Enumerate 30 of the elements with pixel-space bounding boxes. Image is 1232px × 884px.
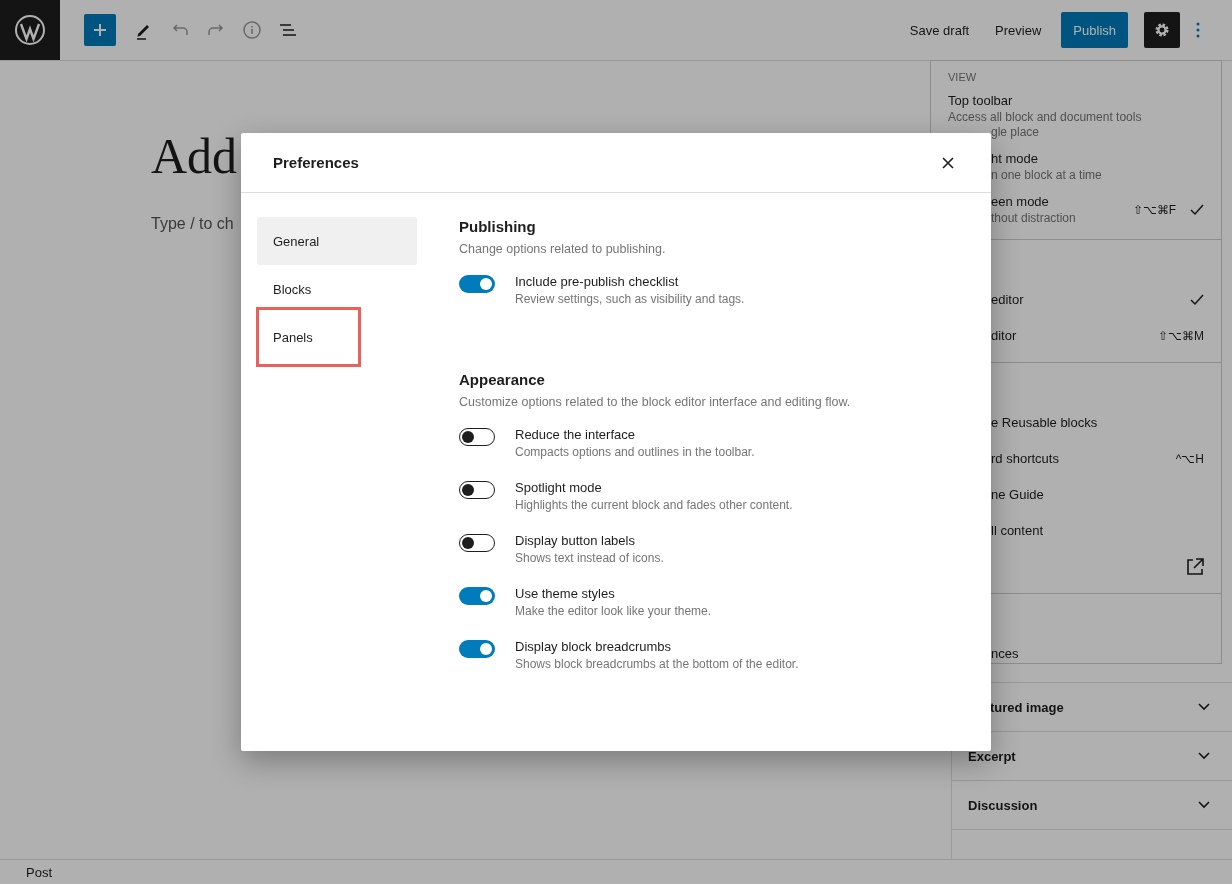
option-help: Shows block breadcrumbs at the bottom of the editor. (515, 657, 799, 671)
section-title: Appearance (459, 371, 546, 388)
option-label: Display button labels (515, 533, 636, 548)
preferences-tab[interactable]: General (257, 217, 417, 265)
section-title: Publishing (459, 218, 537, 235)
option-help: Review settings, such as visibility and tags. (515, 292, 745, 306)
menu-item-description: n one block at a time (990, 168, 1103, 183)
option-label: Spotlight mode (515, 480, 603, 495)
menu-heading: VIEW (947, 70, 978, 85)
menu-item-label[interactable]: Top toolbar (948, 92, 1204, 110)
sidebar-panel[interactable]: Discussion (952, 781, 1232, 830)
section-description: Customize options related to the block editor interface and editing flow. (459, 395, 852, 409)
menu-item-description: gle place (990, 125, 1041, 140)
shortcut-text: ^⌥H (1175, 452, 1204, 466)
option-label: Include pre-publish checklist (515, 274, 680, 289)
option-label: Reduce the interface (515, 427, 636, 442)
breadcrumb-text[interactable]: Post (26, 864, 52, 880)
section-description: Change options related to publishing. (459, 242, 667, 256)
menu-item-description: Access all block and document tools (948, 110, 1143, 125)
option-help: Compacts options and outlines in the toolbar. (515, 445, 755, 459)
shortcut-text: ⇧⌥⌘M (1158, 329, 1204, 343)
option-help: Highlights the current block and fades other content. (515, 498, 793, 512)
menu-item-description: thout distraction (990, 211, 1077, 226)
toolbar-button[interactable]: Publish (1061, 12, 1128, 48)
option-help: Shows text instead of icons. (515, 551, 664, 565)
option-label: Display block breadcrumbs (515, 639, 673, 654)
dialog-title: Preferences (273, 154, 359, 171)
option-label: Use theme styles (515, 586, 616, 601)
option-help: Make the editor look like your theme. (515, 604, 712, 618)
shortcut-text: ⇧⌥⌘F (1132, 202, 1176, 217)
